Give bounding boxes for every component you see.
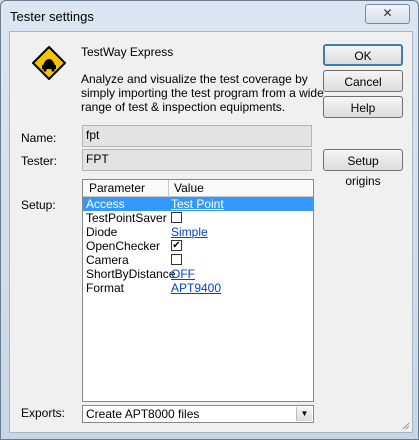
- table-row[interactable]: Access Test Point: [83, 197, 313, 211]
- name-field: fpt: [82, 125, 312, 147]
- table-row[interactable]: Diode Simple: [83, 225, 313, 239]
- table-row[interactable]: TestPointSaver: [83, 211, 313, 225]
- parameter-name: TestPointSaver: [86, 211, 167, 225]
- parameter-name: ShortByDistance: [86, 267, 176, 281]
- product-description: Analyze and visualize the test coverage …: [81, 72, 324, 114]
- window-title: Tester settings: [10, 9, 94, 24]
- parameter-checkbox[interactable]: [171, 254, 182, 265]
- parameter-name: OpenChecker: [86, 239, 161, 253]
- tester-field: FPT: [82, 149, 312, 171]
- parameter-name: Camera: [86, 253, 129, 267]
- table-row[interactable]: Camera: [83, 253, 313, 267]
- resize-grip-icon[interactable]: [400, 420, 410, 430]
- parameter-value-link[interactable]: APT9400: [171, 281, 221, 295]
- exports-label: Exports:: [21, 406, 66, 420]
- parameter-value-link[interactable]: OFF: [171, 267, 195, 281]
- parameter-checkbox[interactable]: ✔: [171, 240, 182, 251]
- setup-list-header: Parameter Value: [83, 180, 313, 197]
- dialog-window: Tester settings ✕ TestWay Express Analyz…: [0, 0, 419, 440]
- parameter-name: Diode: [86, 225, 118, 239]
- cancel-button[interactable]: Cancel: [323, 70, 403, 92]
- title-bar[interactable]: Tester settings ✕: [1, 1, 418, 31]
- table-row[interactable]: OpenChecker ✔: [83, 239, 313, 253]
- setup-list[interactable]: Parameter Value Access Test Point TestPoin…: [82, 179, 314, 402]
- exports-selected-value: Create APT8000 files: [86, 407, 200, 421]
- ok-button[interactable]: OK: [323, 44, 403, 66]
- exports-select[interactable]: Create APT8000 files ▼: [82, 405, 314, 423]
- product-name: TestWay Express: [81, 45, 174, 59]
- chevron-down-icon[interactable]: ▼: [296, 407, 312, 421]
- parameter-value-link[interactable]: Test Point: [171, 197, 224, 211]
- parameter-checkbox[interactable]: [171, 212, 182, 223]
- road-sign-car-icon: [32, 46, 66, 80]
- parameter-name: Access: [86, 197, 125, 211]
- dialog-body: TestWay Express Analyze and visualize th…: [9, 31, 413, 433]
- column-header-parameter[interactable]: Parameter: [89, 181, 145, 195]
- close-button[interactable]: ✕: [365, 4, 410, 24]
- table-row[interactable]: ShortByDistance OFF: [83, 267, 313, 281]
- parameter-value-link[interactable]: Simple: [171, 225, 208, 239]
- close-icon: ✕: [382, 6, 393, 20]
- column-header-value[interactable]: Value: [174, 181, 204, 195]
- name-label: Name:: [21, 131, 57, 145]
- tester-label: Tester:: [21, 154, 58, 168]
- column-separator[interactable]: [168, 180, 169, 196]
- help-button[interactable]: Help: [323, 96, 403, 118]
- setup-origins-button[interactable]: Setup origins: [323, 149, 403, 188]
- setup-label: Setup:: [21, 198, 56, 212]
- parameter-name: Format: [86, 281, 125, 295]
- table-row[interactable]: Format APT9400: [83, 281, 313, 295]
